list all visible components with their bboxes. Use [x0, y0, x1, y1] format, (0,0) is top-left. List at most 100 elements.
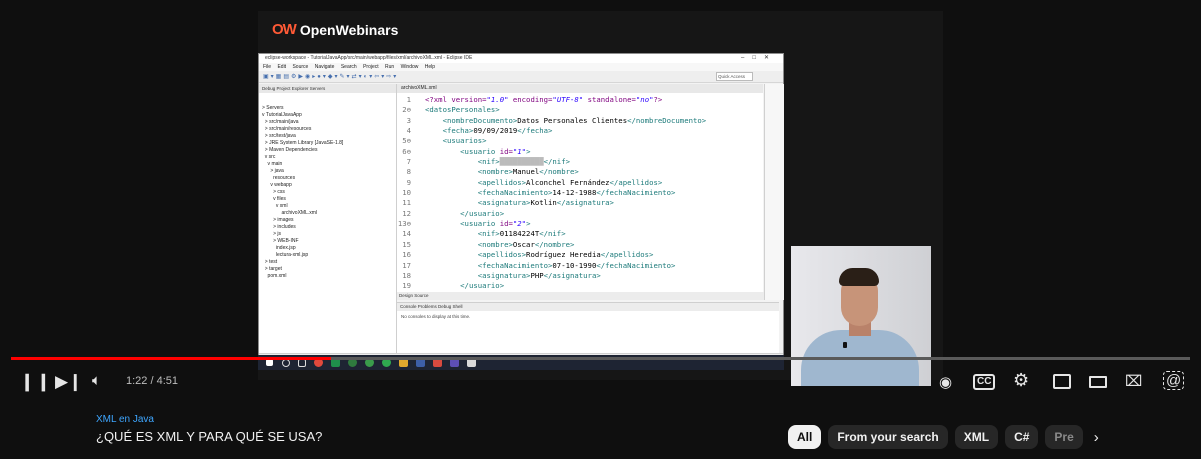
- tree-item: > css: [262, 189, 285, 195]
- related-chips: All From your search XML C# Pre ›: [788, 425, 1099, 449]
- volume-icon[interactable]: 🔈︎: [92, 372, 101, 389]
- tree-item: > test: [262, 259, 278, 265]
- video-title: ¿QUÉ ES XML Y PARA QUÉ SE USA?: [96, 429, 323, 444]
- tree-item: lectura-xml.jsp: [262, 252, 309, 258]
- code-line: 16 <apellidos>Rodríguez Heredia</apellid…: [397, 250, 763, 260]
- code-line: 13⊖ <usuario id="2">: [397, 219, 531, 229]
- tree-item: > includes: [262, 224, 296, 230]
- tree-item: v files: [262, 196, 286, 202]
- progress-played: [11, 357, 331, 360]
- next-icon[interactable]: ▶❙: [55, 372, 82, 392]
- code-line: 5⊖ <usuarios>: [397, 136, 763, 146]
- chip-xml[interactable]: XML: [954, 425, 999, 449]
- code-line: 9 <apellidos>Alconchel Fernández</apelli…: [397, 178, 763, 188]
- line-number: 11: [402, 198, 411, 208]
- settings-gear-icon[interactable]: ⚙: [1013, 370, 1029, 391]
- code-line: 8 <nombre>Manuel</nombre>: [397, 167, 763, 177]
- tree-item: > src/main/resources: [262, 126, 312, 132]
- chevron-right-icon[interactable]: ›: [1094, 429, 1099, 446]
- code-line: 3 <nombreDocumento>Datos Personales Clie…: [397, 116, 763, 126]
- line-number: 10: [402, 188, 411, 198]
- chip-all[interactable]: All: [788, 425, 822, 449]
- windows-start-icon: [266, 359, 273, 366]
- tree-item: > java: [262, 168, 284, 174]
- menu-project: Project: [363, 64, 379, 70]
- code-line: 14 <nif>01184224T</nif>: [397, 229, 763, 239]
- line-number: 17: [402, 260, 411, 270]
- code-line: 12 </usuario>: [397, 209, 763, 219]
- channel-watermark-icon[interactable]: @: [1163, 371, 1185, 390]
- tree-item: > target: [262, 266, 282, 272]
- tree-item: v TutorialJavaApp: [262, 112, 302, 118]
- tree-item: v src: [262, 154, 276, 160]
- cast-icon[interactable]: ⌧: [1125, 372, 1142, 390]
- console-view: Console Problems Debug Shell No consoles…: [397, 302, 779, 355]
- playlist-link[interactable]: XML en Java: [96, 414, 154, 425]
- chip-csharp[interactable]: C#: [1005, 425, 1039, 449]
- brand-name: OpenWebinars: [299, 21, 399, 38]
- openwebinars-logo: OW OpenWebinars: [272, 21, 398, 38]
- ide-toolbar: ▣▾▦▤⚙▶◉▸●▾◆▾✎▾⇄▾◐▾⇦▾⇨▾ Quick Access: [259, 71, 783, 83]
- tree-item: > Servers: [262, 105, 284, 111]
- code-line: 1 <?xml version="1.0" encoding="UTF-8" st…: [397, 95, 763, 105]
- tree-item: > src/main/java: [262, 119, 299, 125]
- brand-mark: OW: [272, 21, 297, 38]
- tree-item: v webapp: [262, 182, 292, 188]
- ide-menubar: File Edit Source Navigate Search Project…: [259, 63, 783, 71]
- tree-item: archivoXML.xml: [262, 210, 318, 216]
- code-line: 6⊖ <usuario id="1">: [397, 147, 763, 157]
- line-number: 6⊖: [402, 146, 411, 156]
- menu-edit: Edit: [277, 64, 287, 70]
- theater-mode-icon[interactable]: [1089, 376, 1107, 388]
- time-display: 1:22 / 4:51: [126, 375, 179, 387]
- tree-item: > WEB-INF: [262, 238, 299, 244]
- console-tabs: Console Problems Debug Shell: [397, 303, 779, 311]
- eclipse-window: eclipse-workspace - TutorialJavaApp/src/…: [258, 53, 784, 365]
- line-number: 3: [406, 115, 411, 125]
- line-number: 7: [406, 157, 411, 167]
- editor-tab: archivoXML.xml: [397, 84, 763, 93]
- ide-title: eclipse-workspace - TutorialJavaApp/src/…: [265, 55, 473, 61]
- tree-item: > JRE System Library [JavaSE-1.8]: [262, 140, 344, 146]
- code-line: 7 <nif>██████████</nif>: [397, 157, 763, 167]
- xml-editor: archivoXML.xml 1 <?xml version="1.0" enco…: [397, 84, 765, 300]
- menu-search: Search: [340, 64, 357, 70]
- tree-item: resources: [262, 175, 296, 181]
- line-number: 1: [406, 95, 411, 104]
- code-line: 4 <fecha>09/09/2019</fecha>: [397, 126, 763, 136]
- line-number: 8: [406, 167, 411, 177]
- design-source-tabs: Design Source: [397, 292, 765, 300]
- progress-bar[interactable]: [11, 357, 1190, 360]
- chip-from-your-search[interactable]: From your search: [828, 425, 948, 449]
- code-line: 15 <nombre>Oscar</nombre>: [397, 240, 763, 250]
- tree-item: > images: [262, 217, 294, 223]
- tree-item: > js: [262, 231, 282, 237]
- line-number: 14: [402, 229, 411, 239]
- video-player[interactable]: OW OpenWebinars eclipse-workspace - Tuto…: [0, 0, 1201, 404]
- code-line: 17 <fechaNacimiento>07-10-1990</fechaNac…: [397, 261, 763, 271]
- miniplayer-icon[interactable]: [1053, 374, 1071, 389]
- line-number: 16: [402, 250, 411, 260]
- quick-access-field: Quick Access: [716, 72, 753, 81]
- code-line: 18 <asignatura>PHP</asignatura>: [397, 271, 763, 281]
- line-number: 2⊖: [402, 105, 411, 115]
- tree-item: v xml: [262, 203, 288, 209]
- toolbar-icons: ▣▾▦▤⚙▶◉▸●▾◆▾✎▾⇄▾◐▾⇦▾⇨▾: [263, 74, 399, 80]
- menu-file: File: [263, 64, 272, 70]
- project-explorer: Debug Project Explorer Servers > Servers…: [259, 84, 397, 354]
- project-tree: > Servers v TutorialJavaApp > src/main/ja…: [259, 93, 396, 280]
- chip-pre[interactable]: Pre: [1045, 425, 1083, 449]
- search-icon: [282, 359, 290, 367]
- line-number: 12: [402, 208, 411, 218]
- subtitles-icon[interactable]: CC: [973, 374, 996, 390]
- console-message: No consoles to display at this time.: [401, 314, 471, 319]
- autoplay-icon[interactable]: ◉: [939, 373, 952, 391]
- pause-icon[interactable]: ❙❙: [20, 372, 53, 392]
- presenter-webcam: [791, 246, 931, 386]
- microphone-icon: [843, 342, 847, 348]
- code-area: 1 <?xml version="1.0" encoding="UTF-8" st…: [397, 93, 763, 292]
- menu-source: Source: [292, 64, 309, 70]
- left-pane-tabs: Debug Project Explorer Servers: [259, 84, 396, 93]
- menu-window: Window: [400, 64, 419, 70]
- line-number: 18: [402, 270, 411, 280]
